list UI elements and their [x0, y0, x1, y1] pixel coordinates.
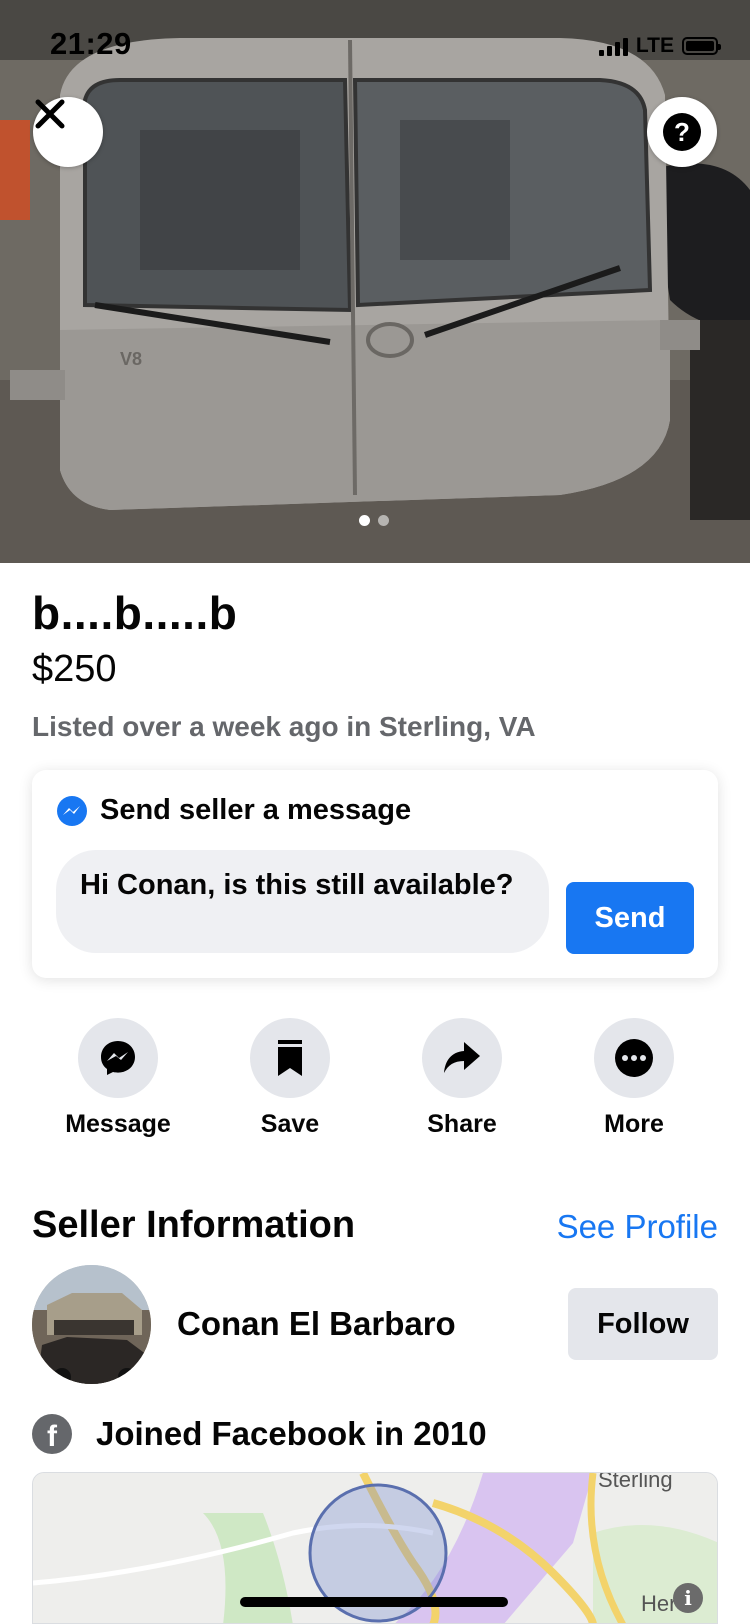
- messenger-icon: [57, 795, 87, 826]
- signal-icon: [598, 36, 628, 56]
- listing-photo[interactable]: V8 21:29 LTE ?: [0, 0, 750, 563]
- more-action-circle[interactable]: [594, 1018, 674, 1098]
- message-action-circle[interactable]: [78, 1018, 158, 1098]
- follow-button[interactable]: Follow: [568, 1288, 718, 1360]
- map-label-sterling: Sterling: [598, 1472, 673, 1492]
- send-message-heading: Send seller a message: [100, 794, 412, 826]
- status-indicators: LTE: [598, 34, 721, 58]
- more-action[interactable]: More: [548, 1018, 720, 1139]
- seller-name[interactable]: Conan El Barbaro: [177, 1305, 456, 1343]
- see-profile-link[interactable]: See Profile: [557, 1208, 718, 1246]
- send-message-card: Send seller a message Hi Conan, is this …: [32, 770, 718, 978]
- seller-avatar[interactable]: [32, 1265, 151, 1384]
- close-icon: [35, 99, 65, 129]
- map-info-icon[interactable]: i: [673, 1583, 703, 1613]
- facebook-icon: f: [32, 1414, 72, 1454]
- listing-title: b....b.....b: [32, 587, 238, 639]
- listing-meta: Listed over a week ago in Sterling, VA: [32, 711, 536, 742]
- question-icon: ?: [663, 113, 701, 151]
- more-action-label: More: [604, 1110, 664, 1138]
- joined-facebook-label: Joined Facebook in 2010: [96, 1415, 487, 1452]
- help-button[interactable]: ?: [647, 97, 717, 167]
- share-arrow-icon: [444, 1042, 480, 1073]
- photo-pagination: [359, 515, 389, 526]
- more-icon: [615, 1039, 653, 1077]
- svg-text:V8: V8: [120, 349, 142, 369]
- save-action[interactable]: Save: [204, 1018, 376, 1139]
- status-time: 21:29: [50, 26, 132, 61]
- send-message-header: Send seller a message: [56, 794, 411, 827]
- joined-facebook-row: f Joined Facebook in 2010: [32, 1414, 487, 1454]
- bookmark-icon: [278, 1040, 302, 1076]
- pagination-dot: [378, 515, 389, 526]
- close-button[interactable]: [33, 97, 103, 167]
- battery-icon: [682, 37, 721, 55]
- seller-info-heading: Seller Information: [32, 1204, 356, 1246]
- pagination-dot-active: [359, 515, 370, 526]
- message-action-label: Message: [65, 1110, 171, 1138]
- share-action-circle[interactable]: [422, 1018, 502, 1098]
- message-action[interactable]: Message: [32, 1018, 204, 1139]
- save-action-circle[interactable]: [250, 1018, 330, 1098]
- share-action[interactable]: Share: [376, 1018, 548, 1139]
- home-indicator[interactable]: [240, 1597, 508, 1607]
- network-type: LTE: [635, 34, 674, 57]
- message-input[interactable]: Hi Conan, is this still available?: [56, 850, 549, 953]
- status-bar: 21:29 LTE: [0, 0, 750, 90]
- send-button[interactable]: Send: [566, 882, 694, 954]
- share-action-label: Share: [427, 1110, 497, 1138]
- listing-price: $250: [32, 648, 117, 690]
- messenger-icon: [101, 1041, 135, 1075]
- avatar-image: [32, 1265, 151, 1384]
- map-label-herndon: Her: [641, 1591, 677, 1616]
- save-action-label: Save: [260, 1110, 320, 1138]
